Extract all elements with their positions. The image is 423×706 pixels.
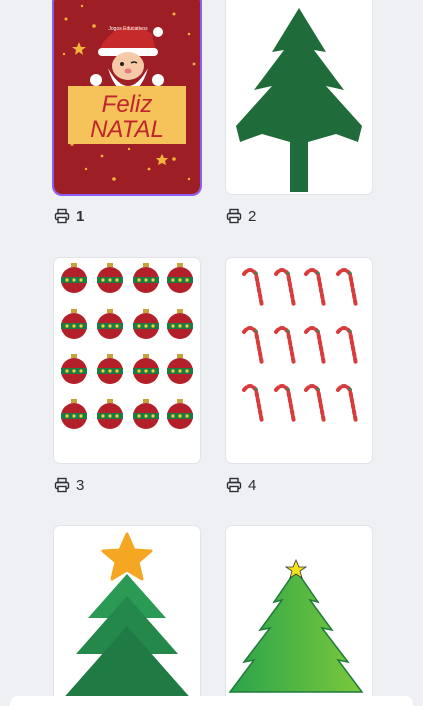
page-thumbnail-1[interactable]: Jogos Educativos Feliz NATAL	[54, 0, 200, 194]
ornament	[97, 263, 123, 293]
page-thumbnail-2[interactable]	[226, 0, 372, 194]
candy-canes-artwork	[242, 268, 358, 424]
brand-text: Jogos Educativos	[108, 26, 148, 32]
sign-line-2: NATAL	[90, 116, 164, 143]
ornament	[97, 399, 123, 429]
page-number: 3	[76, 476, 85, 494]
candy-cane	[242, 326, 264, 366]
candy-cane	[274, 326, 296, 366]
page-label-2[interactable]: 2	[226, 208, 256, 224]
ornament	[133, 263, 159, 293]
printer-icon	[54, 208, 70, 224]
candy-cane	[336, 326, 358, 366]
candy-cane	[304, 268, 326, 308]
page-number: 2	[248, 207, 257, 225]
feliz-natal-artwork: Jogos Educativos Feliz NATAL	[54, 0, 200, 194]
ornaments-artwork	[61, 263, 193, 429]
ornament	[61, 354, 87, 384]
printer-icon	[226, 208, 242, 224]
ornament	[61, 309, 87, 339]
ornament	[61, 263, 87, 293]
page-number: 4	[248, 476, 257, 494]
page-thumbnail-5[interactable]	[54, 526, 200, 706]
ornament	[133, 354, 159, 384]
printer-icon	[226, 477, 242, 493]
ornament	[167, 399, 193, 429]
page-thumbnail-6[interactable]	[226, 526, 372, 706]
pine-tree-artwork	[236, 8, 362, 192]
ornament	[61, 399, 87, 429]
page-thumbnail-3[interactable]	[54, 258, 200, 463]
page-label-3[interactable]: 3	[54, 477, 84, 493]
bottom-sheet-edge	[10, 696, 413, 706]
candy-cane	[304, 326, 326, 366]
candy-cane	[274, 384, 296, 424]
ornament	[97, 309, 123, 339]
ornament	[167, 354, 193, 384]
ornament	[97, 354, 123, 384]
ornament	[167, 263, 193, 293]
star-tree-artwork	[60, 532, 194, 702]
candy-cane	[242, 268, 264, 308]
sign-line-1: Feliz	[102, 91, 153, 118]
candy-cane	[242, 384, 264, 424]
ornament	[167, 309, 193, 339]
candy-cane	[274, 268, 296, 308]
ornament	[133, 309, 159, 339]
gradient-tree-artwork	[228, 558, 364, 693]
page-thumbnail-4[interactable]	[226, 258, 372, 463]
candy-cane	[336, 384, 358, 424]
page-label-1[interactable]: 1	[54, 208, 84, 224]
page-label-4[interactable]: 4	[226, 477, 256, 493]
printer-icon	[54, 477, 70, 493]
candy-cane	[336, 268, 358, 308]
ornament	[133, 399, 159, 429]
candy-cane	[304, 384, 326, 424]
page-number: 1	[76, 207, 85, 225]
